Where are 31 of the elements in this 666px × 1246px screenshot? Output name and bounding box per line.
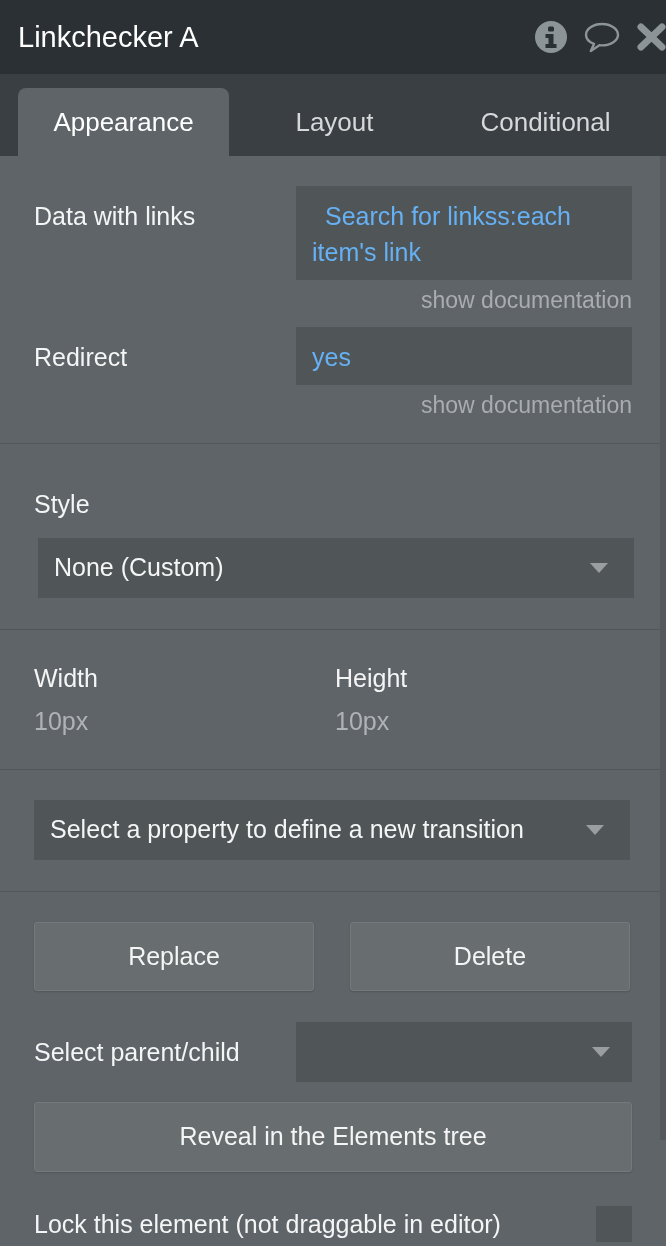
tab[interactable]: Layout <box>229 88 440 156</box>
expression-field[interactable]: Search for linkss:each item's link <box>296 186 632 280</box>
dimension-value: 10px <box>34 706 90 737</box>
style-label: Style <box>34 489 91 520</box>
reveal-button[interactable]: Reveal in the Elements tree <box>34 1102 632 1172</box>
dimension-value: 10px <box>335 706 391 737</box>
documentation-link[interactable]: show documentation <box>421 392 632 418</box>
expression-field[interactable]: yes <box>296 327 632 385</box>
tab[interactable]: Conditional <box>440 88 651 156</box>
close-icon[interactable] <box>637 23 666 51</box>
info-icon[interactable] <box>535 21 567 53</box>
dimension-label: Height <box>335 663 408 694</box>
caret-icon <box>590 563 608 573</box>
action-button[interactable]: Replace <box>34 922 314 991</box>
tab[interactable]: Appearance <box>18 88 229 156</box>
documentation-link[interactable]: show documentation <box>421 287 632 313</box>
parent-child-label: Select parent/child <box>34 1037 241 1068</box>
style-dropdown[interactable]: None (Custom) <box>38 538 634 598</box>
lock-label: Lock this element (not draggable in editor) <box>34 1209 501 1240</box>
comment-icon[interactable] <box>584 21 620 53</box>
transition-dropdown[interactable]: Select a property to define a new transition <box>34 800 630 860</box>
dropdown-value: None (Custom) <box>54 552 224 584</box>
caret-icon <box>592 1047 610 1057</box>
window-title: Linkchecker A <box>18 20 199 55</box>
dimension-label: Width <box>34 663 99 694</box>
caret-icon <box>586 825 604 835</box>
dropdown-value: Select a property to define a new transition <box>50 814 524 846</box>
property-label: Data with links <box>34 201 197 232</box>
property-label: Redirect <box>34 342 129 373</box>
scrollbar[interactable] <box>660 156 666 1140</box>
action-button[interactable]: Delete <box>350 922 630 991</box>
